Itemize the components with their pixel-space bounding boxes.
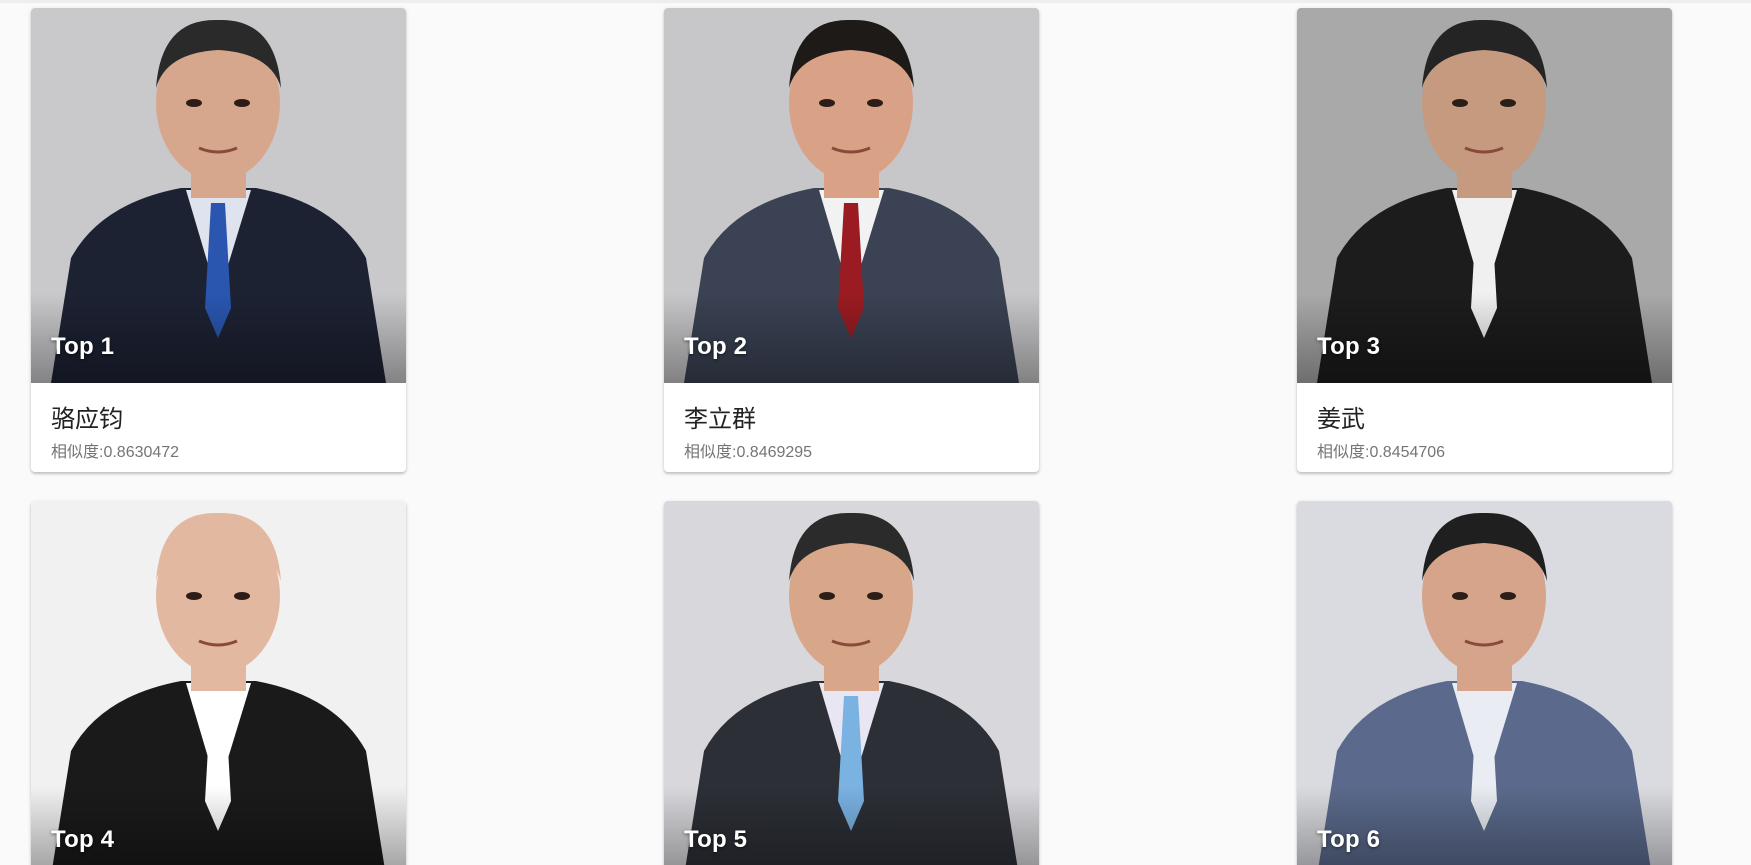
result-photo: Top 1 (31, 8, 406, 383)
result-photo: Top 6 (1297, 501, 1672, 865)
eye-left (1452, 99, 1468, 107)
result-photo: Top 3 (1297, 8, 1672, 383)
rank-label: Top 3 (1317, 333, 1381, 360)
result-info: 姜武 相似度:0.8454706 (1297, 383, 1672, 472)
result-card-top-3[interactable]: Top 3 姜武 相似度:0.8454706 (1297, 8, 1672, 472)
portrait-image (31, 501, 406, 865)
rank-label: Top 2 (684, 333, 748, 360)
eye-right (1500, 592, 1516, 600)
rank-label: Top 6 (1317, 826, 1381, 853)
eye-left (186, 592, 202, 600)
result-photo: Top 4 (31, 501, 406, 865)
similarity-score: 相似度:0.8454706 (1317, 444, 1446, 461)
result-photo: Top 5 (664, 501, 1039, 865)
person-name: 李立群 (684, 405, 756, 433)
result-card-top-1[interactable]: Top 1 骆应钧 相似度:0.8630472 (31, 8, 406, 472)
top-shadow (0, 0, 1751, 3)
portrait-image (664, 8, 1039, 383)
result-card-top-6[interactable]: Top 6 (1297, 501, 1672, 865)
rank-label: Top 1 (51, 333, 115, 360)
eye-right (867, 592, 883, 600)
eye-right (234, 592, 250, 600)
person-name: 骆应钧 (51, 405, 123, 433)
eye-right (234, 99, 250, 107)
eye-left (1452, 592, 1468, 600)
rank-label: Top 4 (51, 826, 115, 853)
eye-left (819, 592, 835, 600)
eye-right (1500, 99, 1516, 107)
portrait-image (31, 8, 406, 383)
result-info: 李立群 相似度:0.8469295 (664, 383, 1039, 472)
eye-left (186, 99, 202, 107)
result-card-top-5[interactable]: Top 5 (664, 501, 1039, 865)
eye-left (819, 99, 835, 107)
result-card-top-2[interactable]: Top 2 李立群 相似度:0.8469295 (664, 8, 1039, 472)
result-info: 骆应钧 相似度:0.8630472 (31, 383, 406, 472)
result-photo: Top 2 (664, 8, 1039, 383)
portrait-image (664, 501, 1039, 865)
person-name: 姜武 (1317, 405, 1365, 433)
result-card-top-4[interactable]: Top 4 (31, 501, 406, 865)
eye-right (867, 99, 883, 107)
similarity-score: 相似度:0.8469295 (684, 444, 813, 461)
similarity-score: 相似度:0.8630472 (51, 444, 180, 461)
portrait-image (1297, 501, 1672, 865)
portrait-image (1297, 8, 1672, 383)
results-page: Top 1 骆应钧 相似度:0.8630472 Top 2 李立群 相似度:0.… (0, 0, 1751, 865)
rank-label: Top 5 (684, 826, 748, 853)
